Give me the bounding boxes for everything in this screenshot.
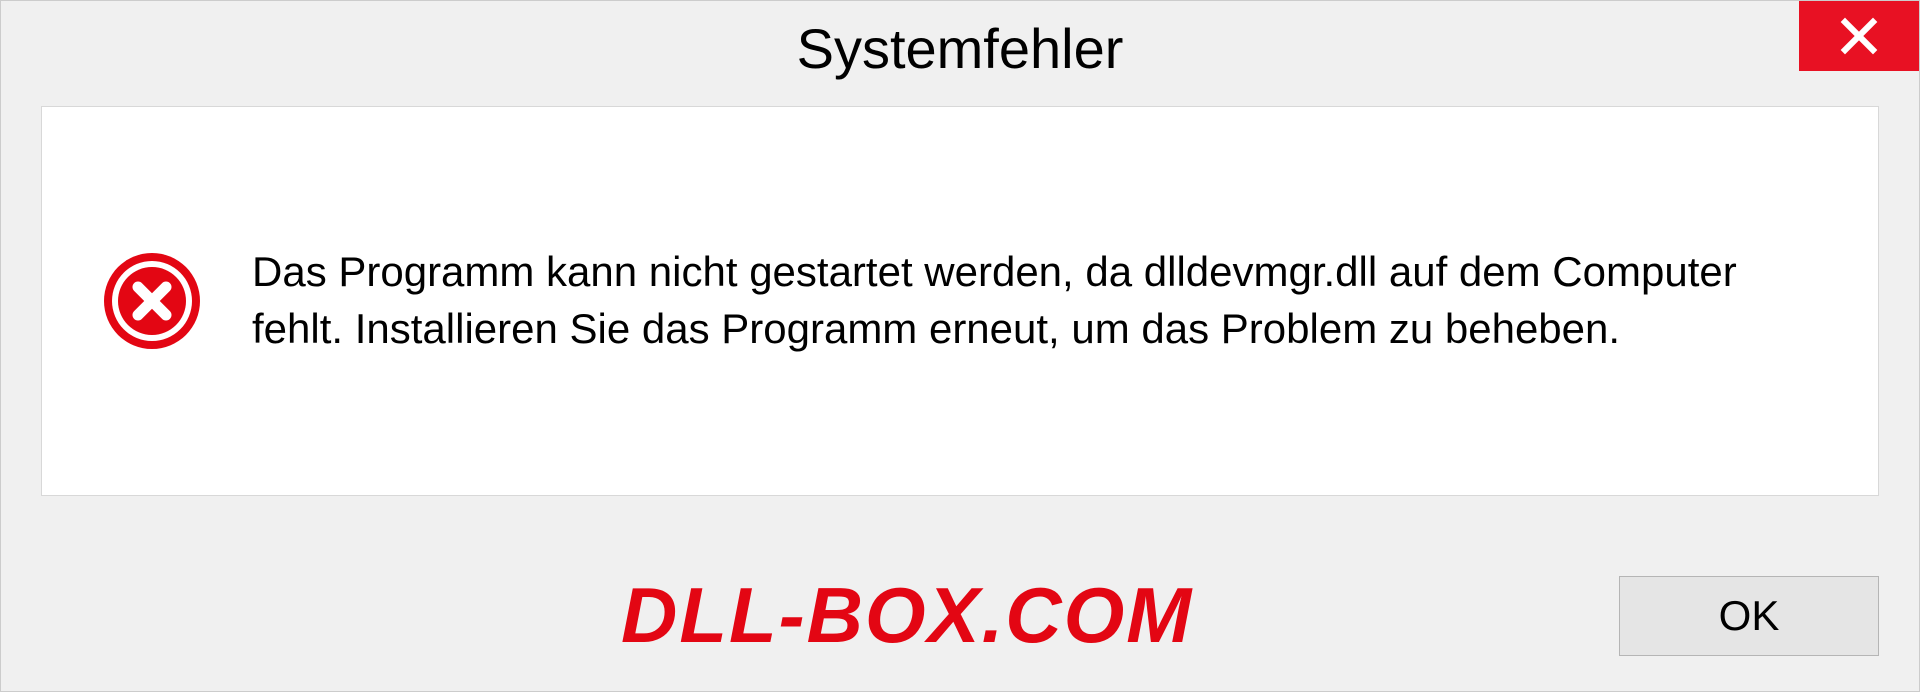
dialog-footer: DLL-BOX.COM OK — [1, 570, 1919, 661]
error-icon — [102, 251, 202, 351]
close-button[interactable] — [1799, 1, 1919, 71]
close-icon — [1838, 15, 1880, 57]
error-dialog: Systemfehler Das Programm kann nicht ges… — [0, 0, 1920, 692]
ok-button[interactable]: OK — [1619, 576, 1879, 656]
watermark-text: DLL-BOX.COM — [621, 570, 1193, 661]
titlebar: Systemfehler — [1, 1, 1919, 96]
dialog-title: Systemfehler — [797, 16, 1124, 81]
error-message: Das Programm kann nicht gestartet werden… — [252, 244, 1818, 357]
message-panel: Das Programm kann nicht gestartet werden… — [41, 106, 1879, 496]
